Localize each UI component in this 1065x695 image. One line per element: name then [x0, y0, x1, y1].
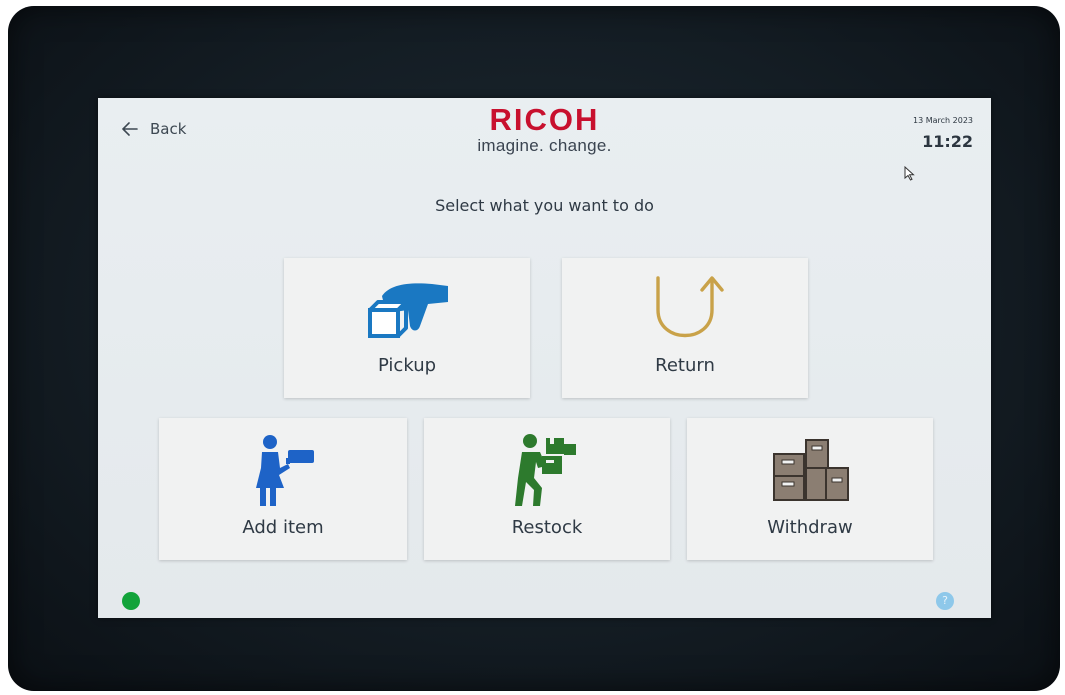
withdraw-tile[interactable]: Withdraw	[687, 418, 933, 560]
u-turn-arrow-icon	[640, 272, 730, 344]
brand-tagline: imagine. change.	[477, 136, 612, 155]
person-carrying-boxes-icon	[512, 432, 582, 508]
status-indicator	[122, 592, 140, 610]
pickup-tile[interactable]: Pickup	[284, 258, 530, 398]
return-tile[interactable]: Return	[562, 258, 808, 398]
time-display: 11:22	[922, 132, 973, 151]
person-with-sign-icon	[248, 434, 318, 508]
brand-name: RICOH	[489, 102, 600, 137]
help-button[interactable]: ?	[936, 592, 954, 610]
brand-logo: RICOH imagine. change.	[98, 104, 991, 156]
withdraw-label: Withdraw	[767, 517, 853, 538]
date-display: 13 March 2023	[912, 116, 973, 125]
add-item-tile[interactable]: Add item	[159, 418, 407, 560]
hand-holding-box-icon	[362, 274, 452, 346]
pickup-label: Pickup	[377, 355, 437, 376]
kiosk-screen: Back RICOH imagine. change. 13 March 202…	[98, 98, 991, 618]
restock-label: Restock	[511, 517, 583, 538]
page-prompt: Select what you want to do	[435, 196, 654, 215]
return-label: Return	[655, 355, 715, 376]
restock-tile[interactable]: Restock	[424, 418, 670, 560]
add-item-label: Add item	[242, 517, 324, 538]
tablet-bezel: Back RICOH imagine. change. 13 March 202…	[8, 6, 1060, 691]
stacked-boxes-icon	[770, 438, 850, 502]
mouse-cursor-icon	[904, 166, 915, 181]
